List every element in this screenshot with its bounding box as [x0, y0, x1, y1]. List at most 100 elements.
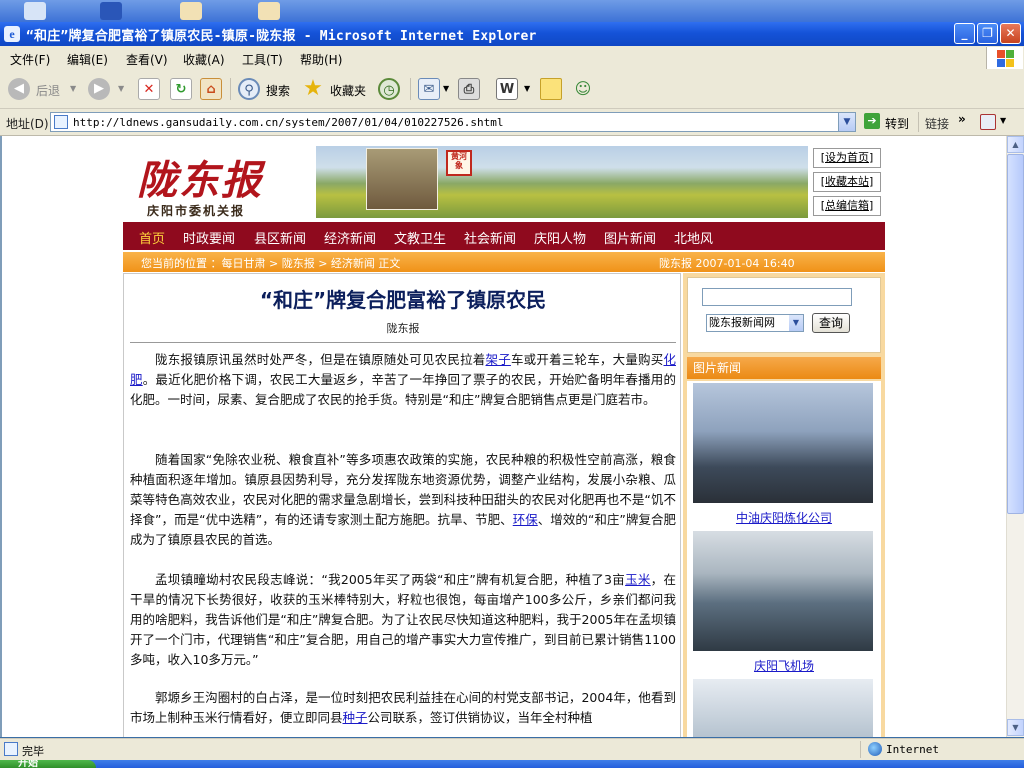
menu-view[interactable]: 查看(V) — [126, 51, 168, 68]
article-title: “和庄”牌复合肥富裕了镇原农民 — [259, 288, 547, 312]
article: “和庄”牌复合肥富裕了镇原农民 陇东报 陇东报镇原讯虽然时处严冬，但是在镇原随处… — [123, 273, 681, 737]
article-divider — [130, 342, 676, 343]
status-bar: 完毕 Internet — [0, 738, 1024, 761]
nav-politics[interactable]: 时政要闻 — [183, 228, 235, 247]
go-button[interactable]: 转到 — [885, 115, 909, 132]
print-icon[interactable]: ⎙ — [458, 78, 480, 100]
airport-photo[interactable] — [693, 531, 873, 651]
photo-news-header: 图片新闻 — [687, 357, 881, 379]
messenger-icon[interactable]: ☺ — [572, 78, 594, 100]
vertical-scrollbar[interactable]: ▲ ▼ — [1006, 136, 1024, 737]
stop-icon[interactable]: ✕ — [138, 78, 160, 100]
photo-caption[interactable]: 中油庆阳炼化公司 — [687, 509, 881, 526]
history-icon[interactable]: ◷ — [378, 78, 400, 100]
nav-photos[interactable]: 图片新闻 — [604, 228, 656, 247]
menu-file[interactable]: 文件(F) — [10, 51, 50, 68]
address-dropdown-icon[interactable]: ▼ — [838, 113, 855, 131]
site-search: 陇东报新闻网 ▼ 查询 — [687, 277, 881, 353]
back-dropdown-icon[interactable]: ▼ — [70, 84, 76, 93]
banner-photo — [366, 148, 438, 210]
article-source: 陇东报 — [386, 322, 420, 335]
site-nav: 首页 时政要闻 县区新闻 经济新闻 文教卫生 社会新闻 庆阳人物 图片新闻 北地… — [123, 222, 885, 250]
translate-dropdown-icon[interactable]: ▼ — [1000, 116, 1006, 125]
nav-county[interactable]: 县区新闻 — [254, 228, 306, 247]
menu-bar: 文件(F) 编辑(E) 查看(V) 收藏(A) 工具(T) 帮助(H) — [0, 46, 1024, 71]
nav-north[interactable]: 北地风 — [674, 228, 713, 247]
nav-culture[interactable]: 文教卫生 — [394, 228, 446, 247]
site-logo[interactable]: 陇东报 — [137, 148, 263, 206]
maximize-button[interactable]: ❐ — [977, 23, 998, 44]
mail-icon[interactable]: ✉ — [418, 78, 440, 100]
keyword-link[interactable]: 种子 — [343, 710, 368, 725]
translate-icon[interactable] — [980, 114, 996, 130]
links-button[interactable]: 链接 — [925, 115, 949, 132]
address-input[interactable]: http://ldnews.gansudaily.com.cn/system/2… — [50, 112, 856, 132]
address-bar: 地址(D) http://ldnews.gansudaily.com.cn/sy… — [0, 109, 1024, 136]
pencil-icon[interactable] — [180, 2, 202, 20]
edit-dropdown-icon[interactable]: ▼ — [524, 84, 530, 93]
banner-seal: 黄河象 — [446, 150, 472, 176]
forward-dropdown-icon[interactable]: ▼ — [118, 84, 124, 93]
set-homepage-link[interactable]: [设为首页] — [813, 148, 881, 168]
nav-economy[interactable]: 经济新闻 — [324, 228, 376, 247]
pencil-icon[interactable] — [258, 2, 280, 20]
bookmark-site-link[interactable]: [收藏本站] — [813, 172, 881, 192]
note-icon[interactable] — [540, 78, 562, 100]
minimize-button[interactable]: _ — [954, 23, 975, 44]
editor-mailbox-link[interactable]: [总编信箱] — [813, 196, 881, 216]
scroll-down-icon[interactable]: ▼ — [1007, 719, 1024, 736]
search-icon[interactable]: ⚲ — [238, 78, 260, 100]
page-icon — [4, 742, 18, 756]
security-zone: Internet — [886, 743, 939, 756]
photo-thumbnail[interactable] — [693, 679, 873, 737]
back-button[interactable]: 后退 — [36, 82, 60, 99]
taskbar — [0, 760, 1024, 768]
refresh-icon[interactable]: ↻ — [170, 78, 192, 100]
refinery-photo[interactable] — [693, 383, 873, 503]
search-button[interactable]: 搜索 — [266, 82, 290, 99]
search-input[interactable] — [702, 288, 852, 306]
keyword-link[interactable]: 架子 — [486, 352, 511, 367]
close-button[interactable]: ✕ — [1000, 23, 1021, 44]
nav-home[interactable]: 首页 — [139, 228, 165, 247]
nav-society[interactable]: 社会新闻 — [464, 228, 516, 247]
mail-dropdown-icon[interactable]: ▼ — [443, 84, 449, 93]
chevron-right-icon[interactable]: » — [958, 112, 966, 126]
forward-arrow-icon[interactable]: ▶ — [88, 78, 110, 100]
menu-help[interactable]: 帮助(H) — [300, 51, 342, 68]
scroll-up-icon[interactable]: ▲ — [1007, 136, 1024, 153]
scroll-thumb[interactable] — [1007, 154, 1024, 514]
windows-logo-icon — [986, 47, 1023, 69]
search-submit-button[interactable]: 查询 — [812, 313, 850, 333]
edit-page-icon[interactable]: W — [496, 78, 518, 100]
computer-icon[interactable] — [24, 2, 46, 20]
menu-tools[interactable]: 工具(T) — [242, 51, 283, 68]
go-arrow-icon[interactable]: ➔ — [864, 113, 880, 129]
back-arrow-icon[interactable]: ◀ — [8, 78, 30, 100]
chevron-down-icon[interactable]: ▼ — [789, 315, 803, 331]
keyword-link[interactable]: 环保 — [513, 512, 538, 527]
home-icon[interactable]: ⌂ — [200, 78, 222, 100]
nav-people[interactable]: 庆阳人物 — [534, 228, 586, 247]
keyword-link[interactable]: 玉米 — [625, 572, 651, 587]
ie-icon: e — [4, 26, 20, 42]
title-bar: e “和庄”牌复合肥富裕了镇原农民-镇原-陇东报 - Microsoft Int… — [0, 22, 1024, 46]
search-scope-select[interactable]: 陇东报新闻网 ▼ — [706, 314, 804, 332]
desktop-strip — [0, 0, 1024, 22]
start-button[interactable]: 开始 — [0, 760, 96, 768]
article-paragraph: 随着国家“免除农业税、粮食直补”等多项惠农政策的实施，农民种粮的积极性空前高涨，… — [130, 452, 677, 547]
favorites-button[interactable]: 收藏夹 — [330, 82, 366, 99]
search-scope-value: 陇东报新闻网 — [709, 316, 775, 329]
masthead: 陇东报 庆阳市委机关报 黄河象 [设为首页] [收藏本站] [总编信箱] — [123, 144, 885, 220]
keyword-link[interactable]: 化肥 — [130, 352, 676, 387]
word-icon[interactable] — [100, 2, 122, 20]
status-text: 完毕 — [22, 745, 44, 758]
article-meta: 陇东报 2007-01-04 16:40 — [659, 257, 795, 270]
menu-favorites[interactable]: 收藏(A) — [183, 51, 225, 68]
toolbar-separator — [410, 78, 411, 100]
address-url[interactable]: http://ldnews.gansudaily.com.cn/system/2… — [73, 116, 503, 129]
breadcrumb[interactable]: 您当前的位置 ：每日甘肃 > 陇东报 > 经济新闻 正文 — [141, 255, 400, 271]
menu-edit[interactable]: 编辑(E) — [67, 51, 108, 68]
star-icon[interactable]: ★ — [302, 78, 324, 100]
photo-caption[interactable]: 庆阳飞机场 — [687, 657, 881, 674]
